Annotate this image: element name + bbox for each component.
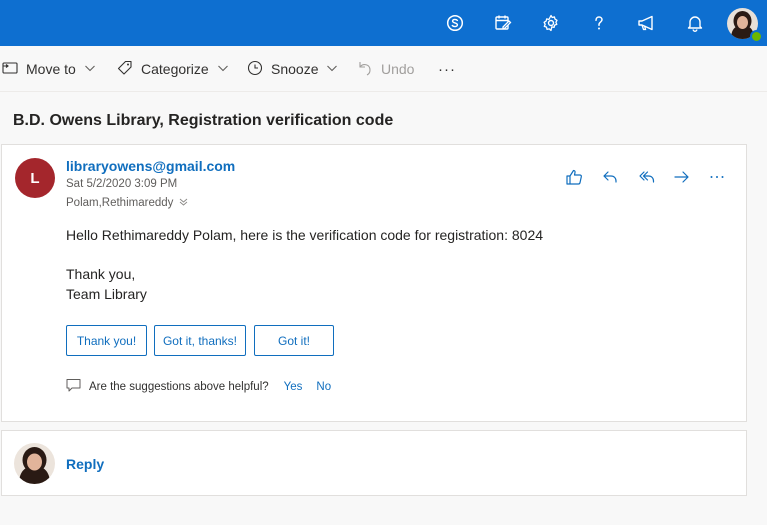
chevron-down-icon	[217, 61, 229, 77]
notifications-bell-icon[interactable]	[683, 11, 707, 35]
skype-icon[interactable]	[443, 11, 467, 35]
snooze-label: Snooze	[271, 61, 319, 77]
sender-email[interactable]: libraryowens@gmail.com	[66, 158, 235, 174]
message-body-line: Hello Rethimareddy Polam, here is the ve…	[66, 227, 544, 243]
undo-button[interactable]: Undo	[357, 58, 414, 80]
settings-gear-icon[interactable]	[539, 11, 563, 35]
move-to-button[interactable]: Move to	[2, 58, 96, 80]
like-icon[interactable]	[562, 165, 586, 189]
feedback-no-link[interactable]: No	[316, 381, 331, 393]
suggestion-feedback: Are the suggestions above helpful? Yes N…	[66, 378, 331, 395]
snooze-button[interactable]: Snooze	[247, 58, 338, 80]
tag-icon	[117, 60, 133, 79]
my-day-icon[interactable]	[491, 11, 515, 35]
message-card: L libraryowens@gmail.com Sat 5/2/2020 3:…	[1, 144, 747, 422]
reply-user-avatar	[14, 443, 55, 484]
whats-new-megaphone-icon[interactable]	[635, 11, 659, 35]
message-date: Sat 5/2/2020 3:09 PM	[66, 178, 178, 190]
quick-reply-thank-you-button[interactable]: Thank you!	[66, 325, 147, 356]
recipients[interactable]: Polam,Rethimareddy	[66, 197, 188, 209]
command-toolbar: Move to Categorize Snooze Undo ···	[0, 46, 767, 92]
quick-reply-got-it-button[interactable]: Got it!	[254, 325, 334, 356]
expand-recipients-icon	[177, 197, 188, 209]
undo-label: Undo	[381, 61, 415, 77]
undo-icon	[357, 60, 373, 79]
categorize-label: Categorize	[141, 61, 209, 77]
feedback-yes-link[interactable]: Yes	[284, 381, 303, 393]
quick-reply-got-it-thanks-button[interactable]: Got it, thanks!	[154, 325, 246, 356]
more-actions-icon[interactable]	[705, 165, 729, 189]
sender-avatar[interactable]: L	[15, 158, 55, 198]
clock-icon	[247, 60, 263, 79]
feedback-comment-icon	[66, 378, 81, 395]
reply-all-icon[interactable]	[635, 165, 659, 189]
message-body-line: Team Library	[66, 286, 147, 302]
move-to-icon	[2, 60, 18, 79]
chevron-down-icon	[84, 61, 96, 77]
more-ellipsis-icon: ···	[438, 60, 456, 78]
recipients-label: Polam,Rethimareddy	[66, 197, 174, 209]
reply-button[interactable]: Reply	[66, 456, 104, 472]
reply-icon[interactable]	[598, 165, 622, 189]
reply-card: Reply	[1, 430, 747, 496]
help-question-icon[interactable]	[587, 11, 611, 35]
move-to-label: Move to	[26, 61, 76, 77]
chevron-down-icon	[326, 61, 338, 77]
forward-icon[interactable]	[670, 165, 694, 189]
feedback-question: Are the suggestions above helpful?	[89, 380, 269, 393]
message-body-line: Thank you,	[66, 266, 136, 282]
categorize-button[interactable]: Categorize	[117, 58, 229, 80]
message-subject: B.D. Owens Library, Registration verific…	[13, 112, 394, 129]
more-actions-button[interactable]: ···	[438, 58, 456, 80]
presence-available-badge	[750, 30, 763, 43]
top-app-bar	[0, 0, 767, 46]
